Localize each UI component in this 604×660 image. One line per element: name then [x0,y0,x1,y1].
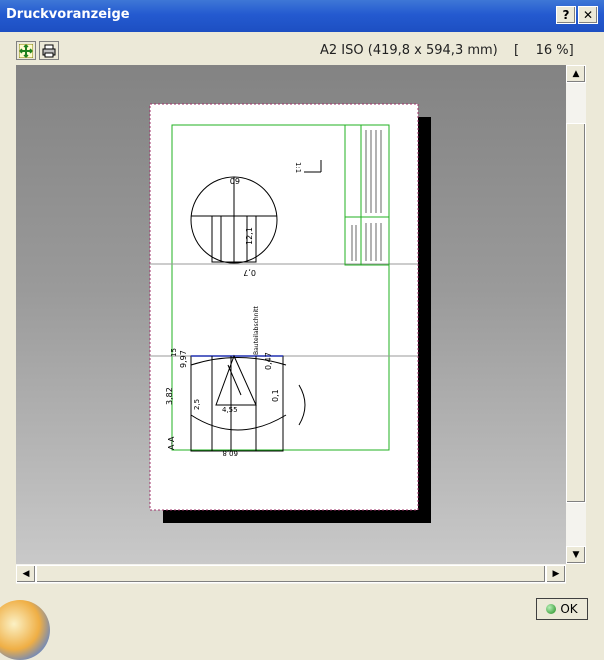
dim-0-7: 0,7 [243,268,256,277]
dim-60-8: 60,8 [222,449,238,457]
arrow-left-icon: ◀ [22,569,30,579]
scroll-left-button[interactable]: ◀ [16,565,36,583]
help-button[interactable]: ? [556,6,576,24]
vertical-note: Bauteilabschnitt [253,305,260,355]
arrow-right-icon: ▶ [552,569,560,579]
scroll-down-button[interactable]: ▼ [566,546,586,564]
close-icon: ✕ [582,8,594,22]
vertical-scroll-thumb[interactable] [566,123,586,503]
horizontal-scroll-thumb[interactable] [36,565,546,583]
scroll-right-button[interactable]: ▶ [546,565,566,583]
printer-icon [42,44,56,57]
window-title: Druckvoranzeige [6,7,130,22]
scale-note: 1:1 [294,162,302,173]
dim-3-82: 3,82 [165,387,174,405]
fit-page-icon [19,43,33,58]
print-button[interactable] [39,41,59,60]
preview-canvas[interactable]: 1:1 60 12,1 0,7 0,47 0,1 3,82 9,97 15 2,… [16,65,566,564]
dim-15: 15 [170,348,178,357]
corner-decoration [0,600,50,660]
arrow-up-icon: ▲ [572,69,580,79]
fit-page-button[interactable] [16,41,36,60]
ok-button[interactable]: OK [536,598,588,620]
zoom-level: [ 16 %] [514,43,574,58]
dim-4-55: 4,55 [222,406,238,414]
dim-2-5: 2,5 [193,399,201,410]
drawing-sheet: 1:1 60 12,1 0,7 0,47 0,1 3,82 9,97 15 2,… [149,103,431,523]
section-label: A-A [167,436,176,450]
horizontal-scrollbar[interactable]: ◀ ▶ [16,564,566,584]
dim-9-97: 9,97 [179,350,188,368]
help-icon: ? [562,8,570,22]
dim-60: 60 [230,176,240,185]
dim-0-1: 0,1 [271,389,280,402]
close-button[interactable]: ✕ [578,6,598,24]
vertical-scrollbar[interactable]: ▲ ▼ [566,65,586,564]
ok-label: OK [560,602,578,616]
dim-0-47: 0,47 [264,352,273,370]
scroll-up-button[interactable]: ▲ [566,65,586,83]
paper-format-label: A2 ISO (419,8 x 594,3 mm) [320,43,498,58]
print-preview-window: Druckvoranzeige ? ✕ A2 ISO (419,8 x 594,… [0,0,604,660]
ok-status-icon [546,604,557,614]
title-bar[interactable]: Druckvoranzeige ? ✕ [0,0,604,32]
dim-12-1: 12,1 [245,227,254,245]
arrow-down-icon: ▼ [572,550,580,560]
